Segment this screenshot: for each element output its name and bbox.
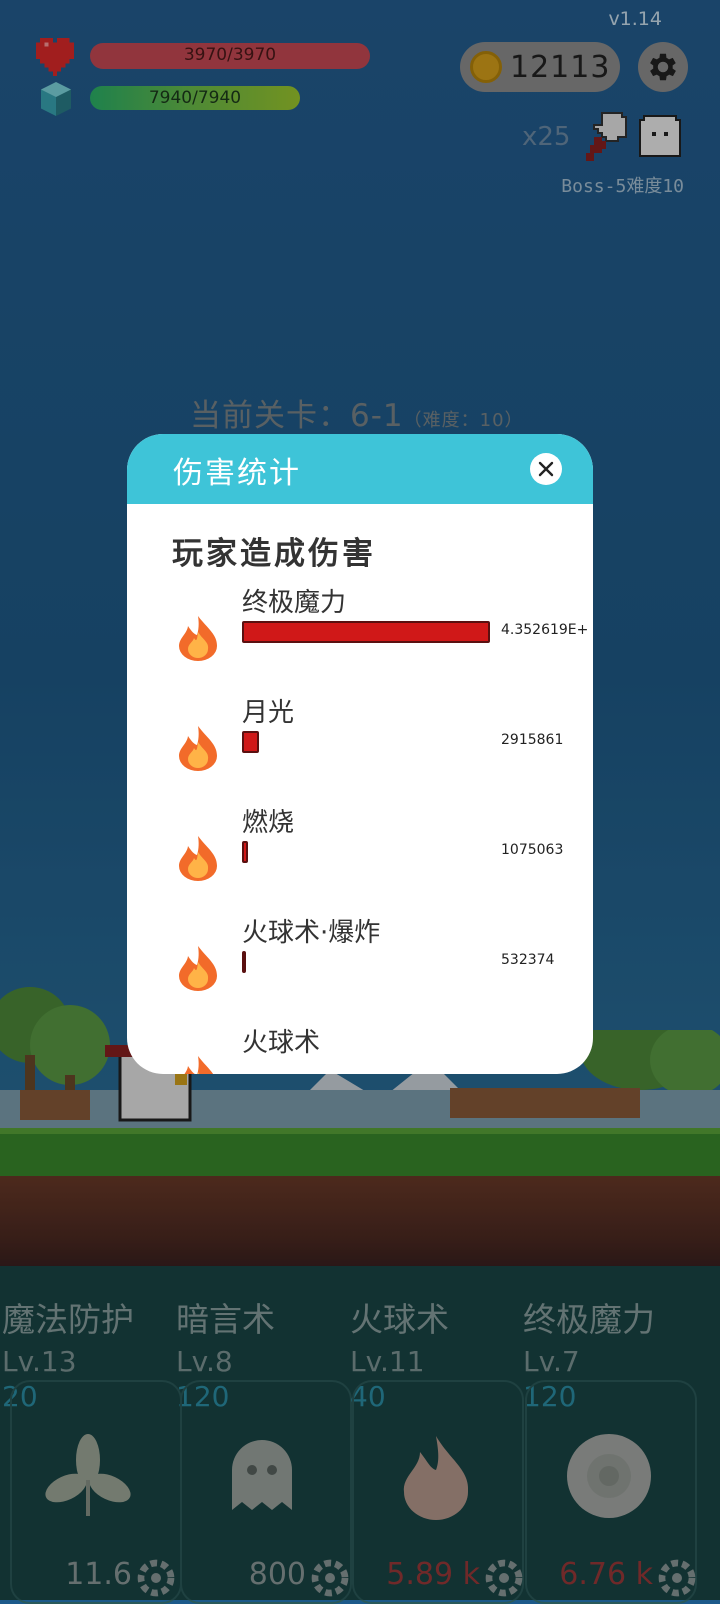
damage-row: 月光 2915861 xyxy=(127,692,593,802)
damage-bar xyxy=(242,841,248,863)
fire-icon xyxy=(177,834,219,882)
damage-value: 532374 xyxy=(501,952,555,968)
dialog-header: 伤害统计 xyxy=(127,434,593,504)
damage-row: 终极魔力 4.352619E+ xyxy=(127,582,593,692)
close-icon xyxy=(538,461,554,477)
damage-row: 火球术·爆炸 532374 xyxy=(127,912,593,1022)
damage-value: 4.352619E+ xyxy=(501,622,589,638)
damage-bar xyxy=(242,731,259,753)
fire-icon xyxy=(177,724,219,772)
fire-icon xyxy=(177,944,219,992)
damage-source-name: 火球术·爆炸 xyxy=(242,918,381,948)
damage-source-name: 月光 xyxy=(242,698,295,728)
damage-value: 2915861 xyxy=(501,732,564,748)
damage-value: 1075063 xyxy=(501,842,564,858)
damage-source-name: 终极魔力 xyxy=(242,588,347,618)
damage-stats-dialog: 伤害统计 玩家造成伤害 终极魔力 4.352619E+ 月光 2915861 燃烧 107… xyxy=(127,434,593,1074)
section-title: 玩家造成伤害 xyxy=(172,536,376,572)
fire-icon xyxy=(177,1054,219,1074)
close-button[interactable] xyxy=(530,453,562,485)
damage-row: 燃烧 1075063 xyxy=(127,802,593,912)
damage-source-name: 燃烧 xyxy=(242,808,295,838)
damage-row: 火球术 xyxy=(127,1022,593,1074)
fire-icon xyxy=(177,614,219,662)
damage-source-name: 火球术 xyxy=(242,1028,321,1058)
damage-bar xyxy=(242,621,490,643)
damage-bar xyxy=(242,951,246,973)
dialog-title: 伤害统计 xyxy=(173,456,301,491)
